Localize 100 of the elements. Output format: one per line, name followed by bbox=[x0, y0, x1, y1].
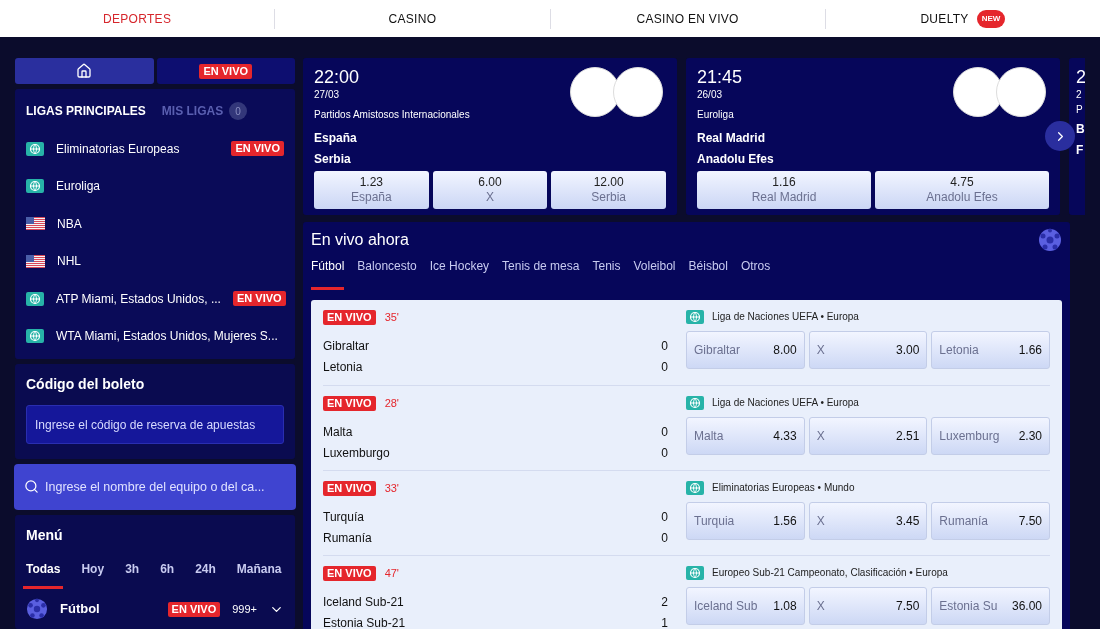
nav-tab[interactable]: CASINO EN VIVO bbox=[636, 9, 739, 28]
nav-tab[interactable]: DUELTY bbox=[920, 9, 969, 28]
section-title: En vivo ahora bbox=[311, 230, 409, 250]
sport-tab[interactable]: Fútbol bbox=[311, 257, 345, 290]
live-badge: EN VIVO bbox=[323, 309, 376, 325]
odds-button[interactable]: Gibraltar 8.00 bbox=[686, 331, 805, 369]
sport-tab[interactable]: Tenis bbox=[592, 257, 621, 290]
match-card[interactable]: 22:00 27/03 Partidos Amistosos Internacionales España Serbia 1.23 España 6.00 X 12.00 Serbia bbox=[303, 58, 677, 215]
globe-icon bbox=[686, 309, 704, 324]
odds-button[interactable]: Malta 4.33 bbox=[686, 417, 805, 455]
team-name: Serbia bbox=[314, 151, 352, 168]
team-name: B bbox=[1076, 121, 1085, 138]
league-name: NBA bbox=[57, 215, 83, 233]
score: 0 bbox=[661, 508, 668, 526]
odds-button[interactable]: Iceland Sub 1.08 bbox=[686, 587, 805, 625]
sport-tab[interactable]: Otros bbox=[740, 257, 771, 290]
live-badge: EN VIVO bbox=[323, 480, 376, 496]
globe-icon bbox=[26, 141, 44, 156]
team-name: Real Madrid bbox=[697, 130, 766, 147]
league-item[interactable]: NBA bbox=[15, 205, 295, 243]
team-name: Iceland Sub-21 bbox=[323, 593, 404, 611]
time-filter-tab[interactable]: 6h bbox=[157, 560, 178, 589]
league-name: WTA Miami, Estados Unidos, Mujeres S... bbox=[56, 328, 279, 346]
sport-tab[interactable]: Voleibol bbox=[633, 257, 676, 290]
globe-icon bbox=[26, 329, 44, 344]
match-minute: 28' bbox=[384, 396, 399, 411]
time-filter-tab[interactable]: 3h bbox=[122, 560, 143, 589]
league-tab[interactable]: LIGAS PRINCIPALES bbox=[26, 102, 146, 120]
booking-code-field[interactable]: Ingrese el código de reserva de apuestas bbox=[26, 405, 284, 444]
odds-button[interactable]: X 7.50 bbox=[808, 587, 928, 625]
team-logo bbox=[613, 67, 663, 117]
odds-button[interactable]: 4.75 Anadolu Efes bbox=[875, 171, 1049, 209]
live-badge: EN VIVO bbox=[232, 291, 286, 307]
score: 0 bbox=[661, 337, 668, 355]
league-item[interactable]: Euroliga bbox=[15, 167, 295, 205]
time-filter-tab[interactable]: 24h bbox=[192, 560, 219, 589]
soccer-ball-icon bbox=[26, 598, 48, 620]
score: 0 bbox=[661, 529, 668, 547]
odds-button[interactable]: Letonia 1.66 bbox=[931, 331, 1050, 369]
odds-button[interactable]: Rumanía 7.50 bbox=[931, 502, 1050, 540]
sport-tab[interactable]: Ice Hockey bbox=[429, 257, 490, 290]
league-name: P bbox=[1076, 103, 1084, 117]
time-filter-tab[interactable]: Todas bbox=[23, 560, 64, 589]
team-name: Rumanía bbox=[323, 529, 372, 547]
match-minute: 47' bbox=[384, 566, 399, 581]
odds-button[interactable]: 12.00 Serbia bbox=[551, 171, 666, 209]
league-name: Eliminatorias Europeas bbox=[56, 140, 181, 158]
sport-tab[interactable]: Béisbol bbox=[688, 257, 728, 290]
league-item[interactable]: WTA Miami, Estados Unidos, Mujeres S... bbox=[15, 317, 295, 355]
globe-icon bbox=[686, 480, 704, 495]
live-badge: EN VIVO bbox=[323, 565, 376, 581]
league-name: Europeo Sub-21 Campeonato, Clasificación • Europa bbox=[712, 566, 948, 580]
team-name: Malta bbox=[323, 423, 353, 441]
odds-button[interactable]: 1.23 España bbox=[314, 171, 429, 209]
search-field[interactable]: Ingrese el nombre del equipo o del ca... bbox=[14, 464, 296, 510]
odds-button[interactable]: X 3.00 bbox=[808, 331, 928, 369]
sport-tab[interactable]: Tenis de mesa bbox=[502, 257, 580, 290]
sport-item[interactable]: Fútbol EN VIVO 999+ bbox=[26, 589, 284, 629]
odds-button[interactable]: X 2.51 bbox=[808, 417, 928, 455]
flag-icon bbox=[26, 254, 45, 268]
league-name: Euroliga bbox=[697, 108, 735, 122]
sport-tab[interactable]: Baloncesto bbox=[357, 257, 417, 290]
nav-tab[interactable]: DEPORTES bbox=[103, 9, 172, 28]
odds-button[interactable]: Luxemburg 2.30 bbox=[931, 417, 1050, 455]
home-tab[interactable] bbox=[15, 58, 154, 84]
time-filter-tab[interactable]: Hoy bbox=[78, 560, 108, 589]
team-name: Luxemburgo bbox=[323, 444, 390, 462]
time-filter-tab[interactable]: Mañana bbox=[233, 560, 285, 589]
match-card[interactable]: 2 2 P B F bbox=[1069, 58, 1085, 215]
count-badge: 0 bbox=[229, 102, 248, 120]
score: 2 bbox=[661, 593, 668, 611]
match-time: 2 bbox=[1076, 67, 1085, 87]
live-tab[interactable]: EN VIVO bbox=[156, 58, 295, 84]
league-item[interactable]: ATP Miami, Estados Unidos, ... EN VIVO bbox=[15, 280, 295, 318]
league-name: ATP Miami, Estados Unidos, ... bbox=[56, 290, 221, 308]
league-name: Eliminatorias Europeas • Mundo bbox=[712, 481, 855, 495]
match-date: 2 bbox=[1076, 88, 1083, 102]
home-icon bbox=[76, 63, 93, 79]
league-item[interactable]: Eliminatorias Europeas EN VIVO bbox=[15, 130, 295, 168]
odds-button[interactable]: X 3.45 bbox=[808, 502, 928, 540]
globe-icon bbox=[26, 291, 44, 306]
score: 0 bbox=[661, 423, 668, 441]
score: 1 bbox=[661, 614, 668, 629]
nav-tab[interactable]: CASINO bbox=[388, 9, 437, 28]
odds-button[interactable]: Turquia 1.56 bbox=[686, 502, 805, 540]
match-time: 22:00 bbox=[314, 67, 360, 87]
odds-button[interactable]: 1.16 Real Madrid bbox=[697, 171, 871, 209]
match-time: 21:45 bbox=[697, 67, 743, 87]
team-name: Anadolu Efes bbox=[697, 151, 775, 168]
live-badge: EN VIVO bbox=[323, 395, 376, 411]
live-badge: EN VIVO bbox=[199, 63, 253, 79]
team-logo bbox=[996, 67, 1046, 117]
league-name: Liga de Naciones UEFA • Europa bbox=[712, 310, 859, 324]
event-count: 999+ bbox=[232, 601, 257, 617]
flag-icon bbox=[26, 217, 45, 231]
odds-button[interactable]: 6.00 X bbox=[432, 171, 548, 209]
match-card[interactable]: 21:45 26/03 Euroliga Real Madrid Anadolu Efes 1.16 Real Madrid 4.75 Anadolu Efes bbox=[686, 58, 1060, 215]
odds-button[interactable]: Estonia Su 36.00 bbox=[931, 587, 1050, 625]
league-item[interactable]: NHL bbox=[15, 242, 295, 280]
section-title: Menú bbox=[26, 526, 64, 545]
